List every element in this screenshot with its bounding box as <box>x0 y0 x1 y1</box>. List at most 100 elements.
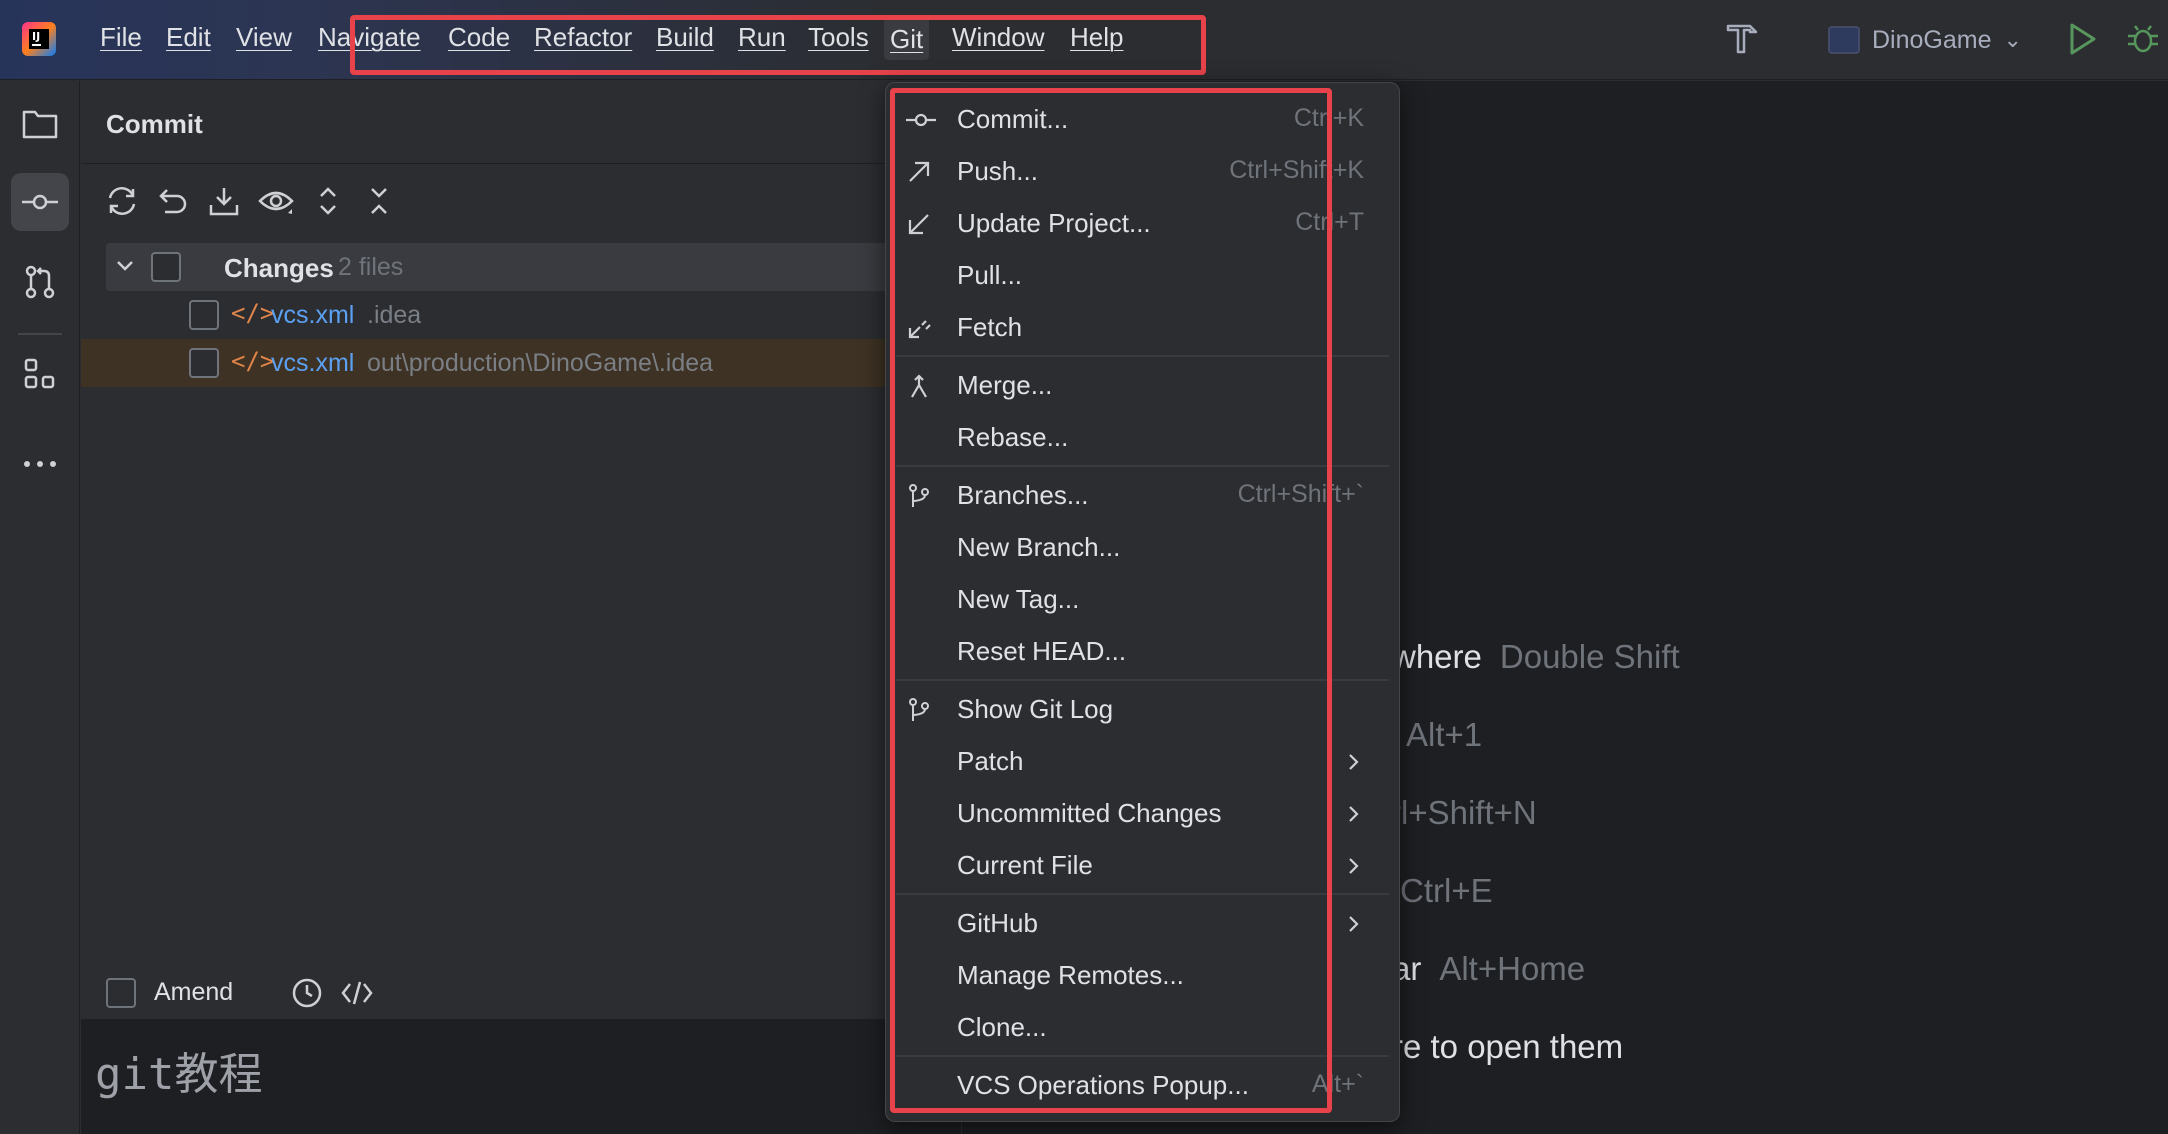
pull-requests-icon[interactable] <box>11 253 69 311</box>
changes-checkbox[interactable] <box>151 252 181 282</box>
menu-item-manage-remotes[interactable]: Manage Remotes... <box>894 951 1392 1001</box>
commit-message-text: git教程 <box>95 1049 263 1100</box>
menu-item-label: Pull... <box>957 260 1023 290</box>
eye-preview-icon[interactable] <box>256 181 296 221</box>
chevron-right-icon <box>1344 802 1364 826</box>
menu-item-show-git-log[interactable]: Show Git Log <box>894 685 1392 735</box>
menu-item-patch[interactable]: Patch <box>894 737 1392 787</box>
hint-text: re to open them <box>1392 1028 1624 1065</box>
hint-key: rl+Shift+N <box>1390 794 1537 831</box>
menu-item-label: GitHub <box>957 908 1038 938</box>
amend-checkbox[interactable] <box>106 978 136 1008</box>
collapse-all-icon[interactable] <box>359 181 399 221</box>
commit-panel: Commit Changes 2 files </> vcs.xml .idea… <box>81 81 961 1134</box>
hint-key: Double Shift <box>1499 638 1680 675</box>
build-hammer-icon[interactable] <box>1722 18 1762 58</box>
menu-item-label: Patch <box>957 746 1024 776</box>
more-tools-icon[interactable] <box>11 435 69 493</box>
update-arrow-icon <box>906 211 932 237</box>
menu-item-rebase[interactable]: Rebase... <box>894 413 1392 463</box>
menu-item-label: New Branch... <box>957 532 1121 562</box>
menu-navigate[interactable]: Navigate <box>318 22 421 53</box>
menu-item-label: Fetch <box>957 312 1023 342</box>
intellij-logo-icon[interactable]: IJ <box>22 22 56 56</box>
menu-item-uncommitted-changes[interactable]: Uncommitted Changes <box>894 789 1392 839</box>
menu-item-shortcut: Ctrl+T <box>1295 208 1364 236</box>
amend-label: Amend <box>154 978 234 1006</box>
menu-file[interactable]: File <box>100 22 142 53</box>
commit-icon <box>906 107 936 133</box>
merge-icon <box>906 373 932 399</box>
menu-window[interactable]: Window <box>952 22 1044 53</box>
hint-key: Alt+Home <box>1439 950 1586 987</box>
menu-item-shortcut: Ctrl+Shift+K <box>1229 156 1364 184</box>
menu-item-reset-head[interactable]: Reset HEAD... <box>894 627 1392 677</box>
project-folder-icon[interactable] <box>11 95 69 153</box>
commit-options-icon[interactable] <box>340 979 374 1007</box>
hint-search-everywhere: where Double Shift <box>1392 638 1680 676</box>
git-log-icon <box>906 697 932 723</box>
menu-item-label: Update Project... <box>957 208 1151 238</box>
menu-build[interactable]: Build <box>656 22 714 53</box>
project-icon <box>1828 26 1860 54</box>
file-name: vcs.xml <box>271 301 355 329</box>
expand-all-icon[interactable] <box>308 181 348 221</box>
hint-text: where <box>1392 638 1482 675</box>
debug-bug-icon[interactable] <box>2126 22 2160 56</box>
fetch-icon <box>906 315 932 341</box>
xml-file-icon: </> <box>231 299 275 327</box>
menu-item-label: Current File <box>957 850 1093 880</box>
chevron-right-icon <box>1344 912 1364 936</box>
menu-item-new-branch[interactable]: New Branch... <box>894 523 1392 573</box>
git-dropdown-menu: Commit... Ctrl+K Push... Ctrl+Shift+K Up… <box>885 82 1400 1122</box>
chevron-down-icon[interactable] <box>114 255 136 277</box>
menu-item-label: Clone... <box>957 1012 1047 1042</box>
project-selector[interactable]: DinoGame ⌄ <box>1828 18 2022 62</box>
menu-item-pull[interactable]: Pull... <box>894 251 1392 301</box>
shelve-download-icon[interactable] <box>204 181 244 221</box>
menu-git[interactable]: Git <box>884 18 930 60</box>
changes-label: Changes <box>224 253 334 283</box>
commit-message-field[interactable]: git教程 <box>81 1020 961 1134</box>
menu-item-fetch[interactable]: Fetch <box>894 303 1392 353</box>
rollback-icon[interactable] <box>153 181 193 221</box>
menu-item-update-project[interactable]: Update Project... Ctrl+T <box>894 199 1392 249</box>
menu-item-github[interactable]: GitHub <box>894 899 1392 949</box>
file-checkbox[interactable] <box>189 300 219 330</box>
menu-item-label: Uncommitted Changes <box>957 798 1222 828</box>
menu-run[interactable]: Run <box>738 22 786 53</box>
menu-item-current-file[interactable]: Current File <box>894 841 1392 891</box>
menu-edit[interactable]: Edit <box>166 22 211 53</box>
structure-icon[interactable] <box>11 345 69 403</box>
history-clock-icon[interactable] <box>291 977 323 1009</box>
menu-view[interactable]: View <box>236 22 292 53</box>
menu-item-shortcut: Alt+` <box>1311 1070 1364 1098</box>
tool-window-strip <box>0 81 80 1134</box>
menu-item-commit[interactable]: Commit... Ctrl+K <box>894 95 1392 145</box>
menu-item-label: Branches... <box>957 480 1089 510</box>
hint-project-view: Alt+1 <box>1388 716 1482 754</box>
changes-group-row[interactable]: Changes 2 files <box>106 243 961 291</box>
menu-item-vcs-operations-popup[interactable]: VCS Operations Popup... Alt+` <box>894 1061 1392 1111</box>
menu-item-shortcut: Ctrl+K <box>1293 104 1364 132</box>
menu-item-new-tag[interactable]: New Tag... <box>894 575 1392 625</box>
menu-item-merge[interactable]: Merge... <box>894 361 1392 411</box>
menu-help[interactable]: Help <box>1070 22 1123 53</box>
menu-item-branches[interactable]: Branches... Ctrl+Shift+` <box>894 471 1392 521</box>
commit-tool-icon[interactable] <box>11 173 69 231</box>
menu-item-push[interactable]: Push... Ctrl+Shift+K <box>894 147 1392 197</box>
run-icon[interactable] <box>2068 22 2098 56</box>
menu-item-label: Rebase... <box>957 422 1069 452</box>
refresh-icon[interactable] <box>102 181 142 221</box>
menu-tools[interactable]: Tools <box>808 22 869 53</box>
file-row[interactable]: </> vcs.xml out\production\DinoGame\.ide… <box>81 339 961 387</box>
file-checkbox[interactable] <box>189 348 219 378</box>
xml-file-icon: </> <box>231 347 275 375</box>
changes-count: 2 files <box>338 253 404 281</box>
menu-code[interactable]: Code <box>448 22 510 53</box>
hint-go-to-file: rl+Shift+N <box>1390 794 1537 832</box>
menu-refactor[interactable]: Refactor <box>534 22 632 53</box>
file-row[interactable]: </> vcs.xml .idea <box>81 291 961 339</box>
menu-item-clone[interactable]: Clone... <box>894 1003 1392 1053</box>
menu-separator <box>896 679 1389 681</box>
